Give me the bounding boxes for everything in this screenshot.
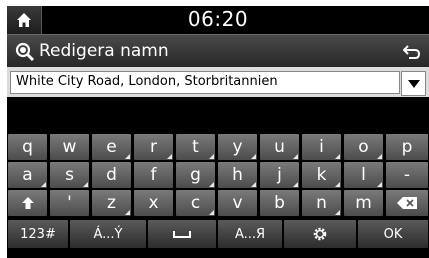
back-button[interactable]	[395, 37, 429, 66]
key-o[interactable]: o	[344, 134, 383, 160]
shift-icon	[21, 197, 34, 209]
back-icon	[403, 44, 421, 59]
key-j-label: j	[277, 165, 282, 185]
key-v[interactable]: v	[218, 190, 257, 216]
key-b[interactable]: b	[260, 190, 299, 216]
keyboard-row-bottom: 123# Á...Ý A...Я OK	[7, 220, 429, 250]
dropdown-button[interactable]	[401, 71, 426, 96]
long-press-indicator	[209, 210, 214, 215]
key-j[interactable]: j	[260, 162, 299, 188]
screen: 06:20 Redigera namn White City Road, Lon…	[7, 6, 429, 258]
key-h-label: h	[232, 165, 243, 185]
key-t[interactable]: t	[176, 134, 215, 160]
clock: 06:20	[187, 7, 249, 31]
key-n[interactable]: n	[302, 190, 341, 216]
long-press-indicator	[251, 182, 256, 187]
name-input-value: White City Road, London, Storbritannien	[16, 74, 278, 89]
shift-key[interactable]	[8, 190, 47, 216]
name-input[interactable]: White City Road, London, Storbritannien	[10, 71, 400, 94]
key-r-label: r	[150, 137, 157, 157]
long-press-indicator	[377, 182, 382, 187]
key-hyphen[interactable]: -	[386, 162, 428, 188]
backspace-icon	[397, 197, 417, 209]
key-f[interactable]: f	[134, 162, 173, 188]
key-s[interactable]: s	[50, 162, 89, 188]
key-k[interactable]: k	[302, 162, 341, 188]
key-i-label: i	[319, 137, 324, 157]
key-z-label: z	[107, 193, 116, 213]
input-row: White City Road, London, Storbritannien	[7, 67, 429, 97]
long-press-indicator	[293, 154, 298, 159]
space-icon	[173, 231, 191, 238]
page-title: Redigera namn	[39, 41, 169, 61]
keyboard-row-2: a s d f g h j k l -	[7, 162, 429, 190]
key-s-label: s	[65, 165, 74, 185]
long-press-indicator	[251, 154, 256, 159]
key-l[interactable]: l	[344, 162, 383, 188]
long-press-indicator	[335, 182, 340, 187]
long-press-indicator	[41, 182, 46, 187]
key-q[interactable]: q	[8, 134, 47, 160]
dropdown-arrow-icon	[407, 79, 420, 88]
key-g-label: g	[190, 165, 201, 185]
key-k-label: k	[316, 165, 327, 185]
backspace-key[interactable]	[386, 190, 428, 216]
ok-button[interactable]: OK	[358, 220, 428, 248]
key-u[interactable]: u	[260, 134, 299, 160]
search-icon	[15, 42, 35, 62]
key-c[interactable]: c	[176, 190, 215, 216]
numeric-mode-key[interactable]: 123#	[8, 220, 68, 248]
key-t-label: t	[192, 137, 199, 157]
key-l-label: l	[361, 165, 366, 185]
key-y[interactable]: y	[218, 134, 257, 160]
key-x[interactable]: x	[134, 190, 173, 216]
long-press-indicator	[83, 182, 88, 187]
long-press-indicator	[377, 154, 382, 159]
long-press-indicator	[125, 154, 130, 159]
key-h[interactable]: h	[218, 162, 257, 188]
title-bar: Redigera namn	[7, 34, 429, 68]
key-n-label: n	[316, 193, 327, 213]
key-c-label: c	[190, 193, 201, 213]
space-key[interactable]	[148, 220, 216, 248]
key-g[interactable]: g	[176, 162, 215, 188]
long-press-indicator	[335, 154, 340, 159]
key-y-label: y	[232, 137, 243, 157]
key-d[interactable]: d	[92, 162, 131, 188]
accent-mode-key[interactable]: Á...Ý	[70, 220, 146, 248]
key-i[interactable]: i	[302, 134, 341, 160]
key-p[interactable]: p	[386, 134, 428, 160]
key-e-label: e	[106, 137, 117, 157]
key-a[interactable]: a	[8, 162, 47, 188]
alphabet-mode-key[interactable]: A...Я	[218, 220, 282, 248]
long-press-indicator	[209, 182, 214, 187]
long-press-indicator	[167, 154, 172, 159]
keyboard-row-3: ' z x c v b n m	[7, 190, 429, 218]
key-w[interactable]: w	[50, 134, 89, 160]
status-bar: 06:20	[7, 6, 429, 34]
settings-key[interactable]	[284, 220, 356, 248]
key-m[interactable]: m	[344, 190, 383, 216]
key-e[interactable]: e	[92, 134, 131, 160]
key-z[interactable]: z	[92, 190, 131, 216]
long-press-indicator	[293, 182, 298, 187]
key-r[interactable]: r	[134, 134, 173, 160]
long-press-indicator	[209, 154, 214, 159]
key-u-label: u	[274, 137, 285, 157]
key-a-label: a	[22, 165, 33, 185]
settings-gear-icon	[313, 227, 327, 241]
long-press-indicator	[335, 210, 340, 215]
long-press-indicator	[125, 210, 130, 215]
key-o-label: o	[358, 137, 369, 157]
key-apostrophe[interactable]: '	[50, 190, 89, 216]
keyboard-row-1: q w e r t y u i o p	[7, 134, 429, 162]
